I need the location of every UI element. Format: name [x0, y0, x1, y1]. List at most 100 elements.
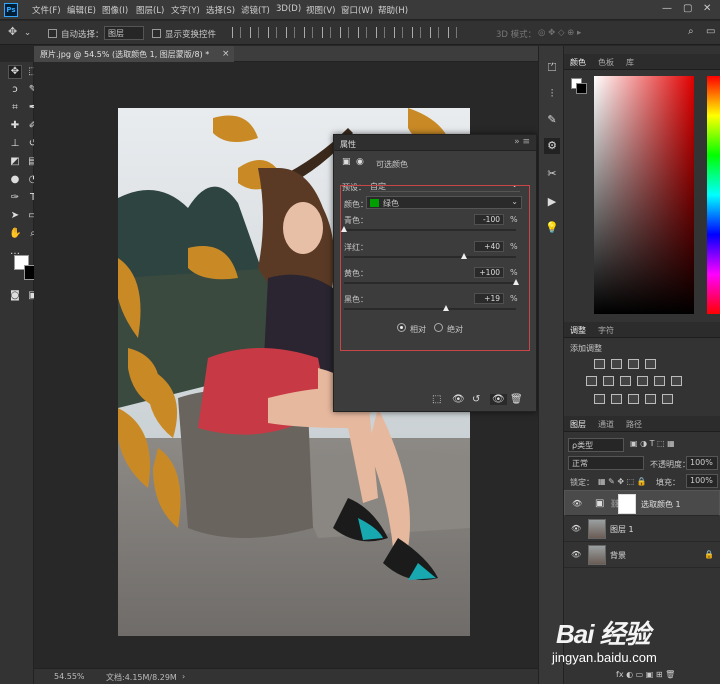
visibility-eye-icon[interactable]: 👁 — [571, 524, 581, 533]
menu-file[interactable]: 文件(F) — [32, 4, 61, 16]
opacity-input[interactable]: 100% — [686, 456, 718, 470]
slider-track[interactable] — [344, 308, 516, 310]
layer-name[interactable]: 图层 1 — [610, 524, 634, 535]
clip-to-layer-icon[interactable]: ⬚ — [432, 394, 441, 405]
pen-tool-icon[interactable]: ✑ — [9, 192, 21, 204]
slider-thumb[interactable] — [513, 279, 519, 285]
visibility-icon[interactable]: 👁 — [490, 394, 507, 405]
view-previous-icon[interactable]: 👁 — [452, 394, 465, 405]
workspace-icon[interactable]: ▭ — [706, 26, 715, 37]
hue-slider[interactable] — [707, 76, 720, 314]
tab-library[interactable]: 库 — [626, 57, 634, 68]
slider-value-input[interactable]: +19 — [474, 293, 504, 304]
move-tool-icon[interactable]: ✥ — [8, 25, 17, 38]
play-actions-icon[interactable]: ▶ — [544, 194, 560, 210]
lasso-tool-icon[interactable]: ↄ — [9, 84, 21, 96]
menu-filter[interactable]: 滤镜(T) — [241, 4, 270, 16]
layer-row-layer1[interactable]: 👁 图层 1 — [564, 516, 720, 542]
healing-brush-icon[interactable]: ✚ — [9, 120, 21, 132]
layer-row-background[interactable]: 👁 背景 🔒 — [564, 542, 720, 568]
lock-icon: 🔒 — [704, 550, 714, 559]
relative-radio[interactable] — [397, 323, 406, 332]
history-icon[interactable]: ⏍ — [544, 60, 560, 76]
layer-name[interactable]: 选取颜色 1 — [641, 499, 681, 510]
info-icon[interactable]: 💡 — [544, 220, 560, 236]
tab-character[interactable]: 字符 — [598, 325, 614, 336]
fill-input[interactable]: 100% — [686, 474, 718, 488]
move-tool-icon[interactable]: ✥ — [8, 65, 22, 79]
reset-icon[interactable]: ↺ — [472, 394, 480, 405]
blur-icon[interactable]: ● — [9, 174, 21, 186]
tool-presets-icon[interactable]: ✂ — [544, 166, 560, 182]
document-tab[interactable]: 原片.jpg @ 54.5% (选取颜色 1, 图层蒙版/8) * — [34, 46, 234, 62]
slider-track[interactable] — [344, 282, 516, 284]
menu-layer[interactable]: 图层(L) — [136, 4, 164, 16]
slider-value-input[interactable]: +100 — [474, 267, 504, 278]
tab-close-icon[interactable]: × — [222, 49, 230, 59]
path-select-icon[interactable]: ➤ — [9, 210, 21, 222]
menu-select[interactable]: 选择(S) — [206, 4, 235, 16]
crop-tool-icon[interactable]: ⌗ — [9, 102, 21, 114]
layer-row-selective-color[interactable]: 👁 ▣ ⛓ 选取颜色 1 — [564, 490, 720, 516]
slider-thumb[interactable] — [443, 305, 450, 311]
colors-dropdown[interactable]: 绿色 ⌄ — [366, 196, 522, 209]
canvas-area[interactable]: 属性 » ≡ ▣ ◉ 可选颜色 预设： 自定 ⌄ 颜色： 绿色 ⌄ 青色： -10… — [34, 62, 538, 668]
layer-bottom-icons[interactable]: fx ◐ ▭ ▣ ⊞ 🗑 — [616, 670, 675, 679]
align-buttons[interactable] — [232, 27, 457, 38]
clone-stamp-icon[interactable]: ⊥ — [9, 138, 21, 150]
menu-type[interactable]: 文字(Y) — [171, 4, 200, 16]
slider-value-input[interactable]: -100 — [474, 214, 504, 225]
maximize-icon[interactable]: ▢ — [683, 3, 692, 14]
tab-swatches[interactable]: 色板 — [598, 57, 614, 68]
show-transform-checkbox[interactable] — [152, 29, 161, 38]
zoom-level[interactable]: 54.55% — [54, 672, 85, 681]
absolute-radio[interactable] — [434, 323, 443, 332]
menu-3d[interactable]: 3D(D) — [276, 4, 301, 14]
adjustment-icon[interactable]: ▣ — [342, 157, 351, 167]
lock-icons[interactable]: ▦ ✎ ✥ ⬚ 🔒 — [598, 477, 647, 486]
adjustment-icons-row3[interactable] — [594, 394, 673, 404]
sliders-icon[interactable]: ⫶ — [544, 86, 560, 102]
quick-mask-icon[interactable]: ◙ — [9, 290, 21, 302]
tab-layers[interactable]: 图层 — [570, 419, 586, 430]
auto-select-dropdown[interactable]: 图层 — [104, 26, 144, 40]
tab-adjustments[interactable]: 调整 — [570, 325, 586, 336]
slider-value-input[interactable]: +40 — [474, 241, 504, 252]
menu-help[interactable]: 帮助(H) — [378, 4, 408, 16]
menu-window[interactable]: 窗口(W) — [341, 4, 373, 16]
hand-tool-icon[interactable]: ✋ — [9, 228, 21, 240]
mask-icon[interactable]: ◉ — [356, 157, 364, 167]
tab-paths[interactable]: 路径 — [626, 419, 642, 430]
auto-select-checkbox[interactable] — [48, 29, 57, 38]
search-icon[interactable]: ⌕ — [688, 26, 694, 37]
layer-kind-filter[interactable]: ρ类型 — [568, 438, 624, 452]
slider-thumb[interactable] — [461, 253, 468, 259]
eraser-icon[interactable]: ◩ — [9, 156, 21, 168]
status-arrow-icon[interactable]: › — [182, 672, 185, 681]
layer-name[interactable]: 背景 — [610, 550, 626, 561]
layer-filter-icons[interactable]: ▣ ◑ T ⬚ ▦ — [630, 439, 675, 448]
adjustment-icons-row1[interactable] — [594, 359, 656, 369]
tab-channels[interactable]: 通道 — [598, 419, 614, 430]
adjustment-icons-row2[interactable] — [586, 376, 682, 386]
menu-view[interactable]: 视图(V) — [306, 4, 335, 16]
slider-track[interactable] — [344, 256, 516, 258]
slider-thumb[interactable] — [341, 226, 347, 232]
chevron-down-icon[interactable]: ⌄ — [24, 28, 31, 38]
color-picker-field[interactable] — [594, 76, 694, 314]
slider-track[interactable] — [344, 229, 516, 231]
visibility-eye-icon[interactable]: 👁 — [571, 550, 581, 559]
close-icon[interactable]: ✕ — [703, 3, 711, 14]
menu-edit[interactable]: 编辑(E) — [67, 4, 96, 16]
blend-mode-dropdown[interactable]: 正常 — [568, 456, 644, 470]
layer-mask-thumbnail[interactable] — [618, 494, 636, 514]
brush-settings-icon[interactable]: ✎ — [544, 112, 560, 128]
tab-color[interactable]: 颜色 — [570, 57, 586, 68]
menu-image[interactable]: 图像(I) — [102, 4, 128, 16]
minimize-icon[interactable]: — — [662, 3, 672, 14]
bg-color-chip[interactable] — [576, 83, 587, 94]
visibility-eye-icon[interactable]: 👁 — [572, 499, 582, 508]
delete-icon[interactable]: 🗑 — [510, 394, 523, 405]
properties-icon[interactable]: ⚙ — [544, 138, 560, 154]
panel-menu-icon[interactable]: » ≡ — [514, 137, 530, 147]
